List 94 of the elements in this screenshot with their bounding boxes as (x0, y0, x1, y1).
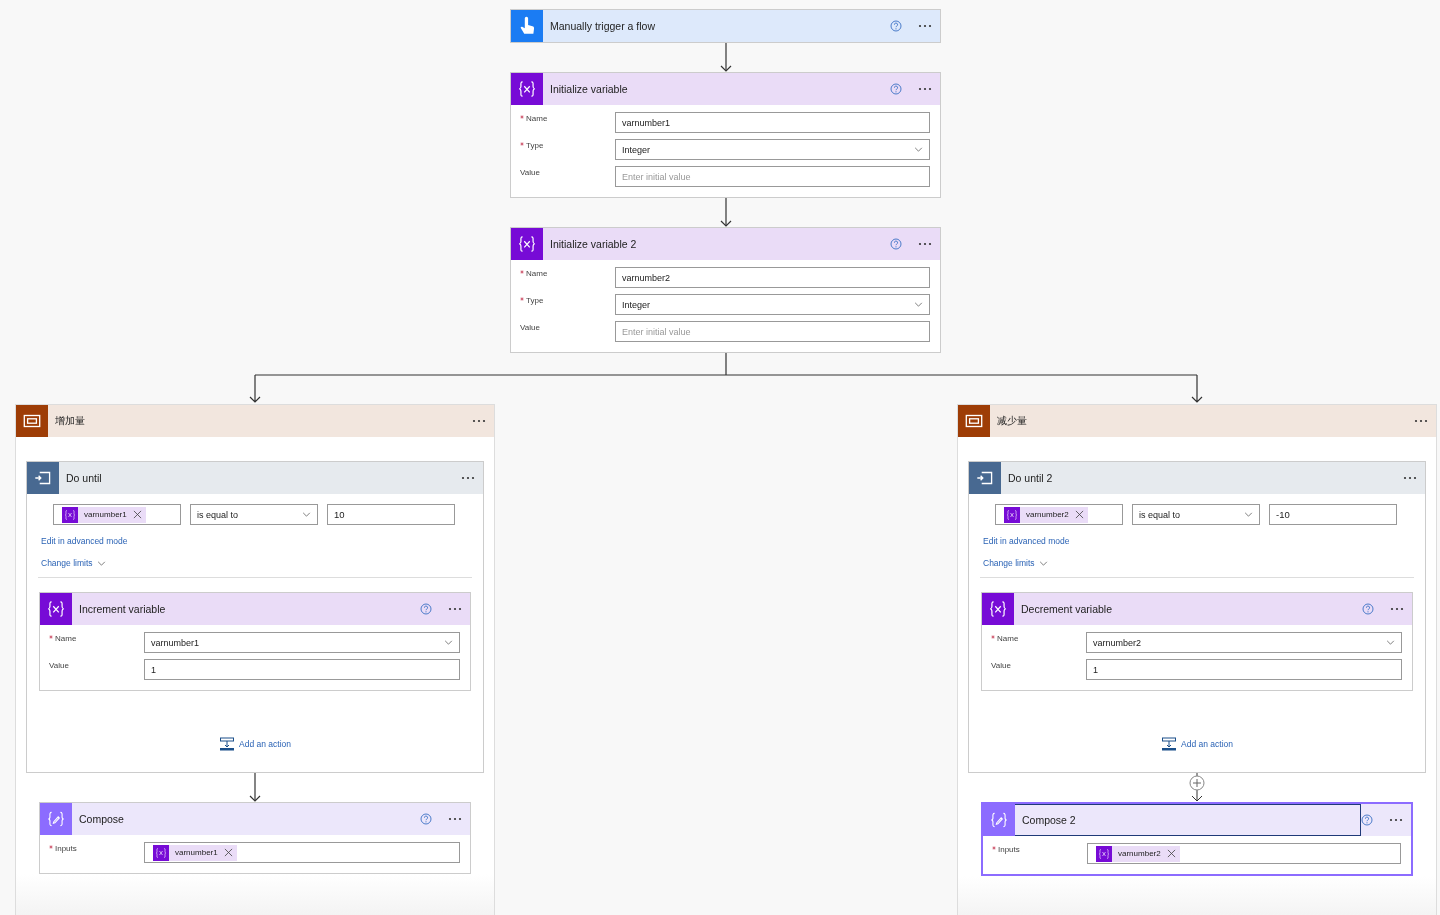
input-field[interactable]: varnumber1 (53, 504, 181, 525)
dropdown[interactable]: Integer (615, 139, 930, 160)
text-field[interactable]: varnumber1 (615, 112, 930, 133)
change-limits-link[interactable]: Change limits (983, 558, 1048, 568)
card-title[interactable]: Do until 2 (1008, 472, 1053, 484)
variable-token[interactable]: varnumber1 (153, 844, 237, 861)
field-label: Type (526, 141, 544, 150)
chevron-down-icon (1244, 512, 1253, 517)
more-options-icon[interactable] (472, 419, 486, 423)
field-label: Type (526, 296, 544, 305)
card-title[interactable]: Initialize variable (550, 83, 628, 95)
text-field[interactable]: 1 (1086, 659, 1402, 680)
remove-icon[interactable] (1166, 849, 1176, 858)
field-label: Value (49, 661, 69, 670)
card-title[interactable]: Increment variable (79, 603, 166, 615)
help-icon[interactable] (1361, 814, 1373, 826)
variable-icon (153, 844, 169, 861)
card-title[interactable]: Decrement variable (1021, 603, 1113, 615)
text-field[interactable]: 10 (327, 504, 455, 525)
add-action-icon (219, 737, 235, 751)
field-label: Inputs (55, 844, 77, 853)
chevron-down-icon (914, 147, 923, 152)
chevron-down-icon (914, 302, 923, 307)
card-title[interactable]: Compose 2 (1022, 814, 1076, 826)
dropdown[interactable]: varnumber2 (1086, 632, 1402, 653)
more-options-icon[interactable] (461, 476, 475, 480)
text-field[interactable]: varnumber2 (615, 267, 930, 288)
help-icon[interactable] (890, 83, 902, 95)
chevron-down-icon (1386, 640, 1395, 645)
insert-step-connector[interactable] (1187, 773, 1207, 802)
dropdown[interactable]: is equal to (190, 504, 318, 525)
add-action-button[interactable]: Add an action (1161, 737, 1233, 751)
help-icon[interactable] (1362, 603, 1374, 615)
variable-icon (45, 598, 67, 620)
input-field[interactable]: varnumber2 (995, 504, 1123, 525)
chevron-down-icon (96, 560, 106, 566)
more-options-icon[interactable] (448, 607, 462, 611)
advanced-mode-link[interactable]: Edit in advanced mode (41, 536, 128, 546)
remove-icon[interactable] (132, 510, 142, 519)
variable-token[interactable]: varnumber2 (1004, 506, 1088, 523)
text-field[interactable]: Enter initial value (615, 321, 930, 342)
text-field[interactable]: 1 (144, 659, 460, 680)
input-field[interactable]: varnumber1 (144, 842, 460, 863)
field-label: Inputs (998, 845, 1020, 854)
variable-icon (516, 233, 538, 255)
field-label: Value (991, 661, 1011, 670)
variable-token[interactable]: varnumber1 (62, 506, 146, 523)
text-field[interactable]: -10 (1269, 504, 1397, 525)
field-label: Name (526, 269, 548, 278)
more-options-icon[interactable] (1390, 607, 1404, 611)
input-field[interactable]: varnumber2 (1087, 843, 1401, 864)
dropdown[interactable]: is equal to (1132, 504, 1260, 525)
connector-arrow (719, 43, 732, 72)
field-label: Name (997, 634, 1019, 643)
variable-icon (1004, 506, 1020, 523)
change-limits-link[interactable]: Change limits (41, 558, 106, 568)
more-options-icon[interactable] (918, 242, 932, 246)
variable-icon (516, 78, 538, 100)
chevron-down-icon (444, 640, 453, 645)
variable-icon (987, 598, 1009, 620)
variable-token[interactable]: varnumber2 (1096, 845, 1180, 862)
help-icon[interactable] (420, 813, 432, 825)
more-options-icon[interactable] (918, 87, 932, 91)
help-icon[interactable] (890, 20, 902, 32)
card-title[interactable]: Do until (66, 472, 102, 484)
card-title[interactable]: 减少量 (997, 414, 1027, 428)
variable-icon (62, 506, 78, 523)
card-title[interactable]: Initialize variable 2 (550, 238, 637, 250)
more-options-icon[interactable] (1403, 476, 1417, 480)
more-options-icon[interactable] (918, 24, 932, 28)
chevron-down-icon (1038, 560, 1048, 566)
card-title[interactable]: 增加量 (55, 414, 85, 428)
field-label: Value (520, 168, 540, 177)
more-options-icon[interactable] (1389, 818, 1403, 822)
dropdown[interactable]: varnumber1 (144, 632, 460, 653)
more-options-icon[interactable] (1414, 419, 1428, 423)
remove-icon[interactable] (223, 848, 233, 857)
connector-arrow (719, 198, 732, 227)
add-action-button[interactable]: Add an action (219, 737, 291, 751)
advanced-mode-link[interactable]: Edit in advanced mode (983, 536, 1070, 546)
card-title[interactable]: Manually trigger a flow (550, 20, 656, 32)
field-label: Name (55, 634, 77, 643)
add-action-icon (1161, 737, 1177, 751)
help-icon[interactable] (890, 238, 902, 250)
variable-icon (1096, 845, 1112, 862)
more-options-icon[interactable] (448, 817, 462, 821)
chevron-down-icon (302, 512, 311, 517)
field-label: Name (526, 114, 548, 123)
card-title[interactable]: Compose (79, 813, 124, 825)
help-icon[interactable] (420, 603, 432, 615)
dropdown[interactable]: Integer (615, 294, 930, 315)
remove-icon[interactable] (1074, 510, 1084, 519)
field-label: Value (520, 323, 540, 332)
text-field[interactable]: Enter initial value (615, 166, 930, 187)
